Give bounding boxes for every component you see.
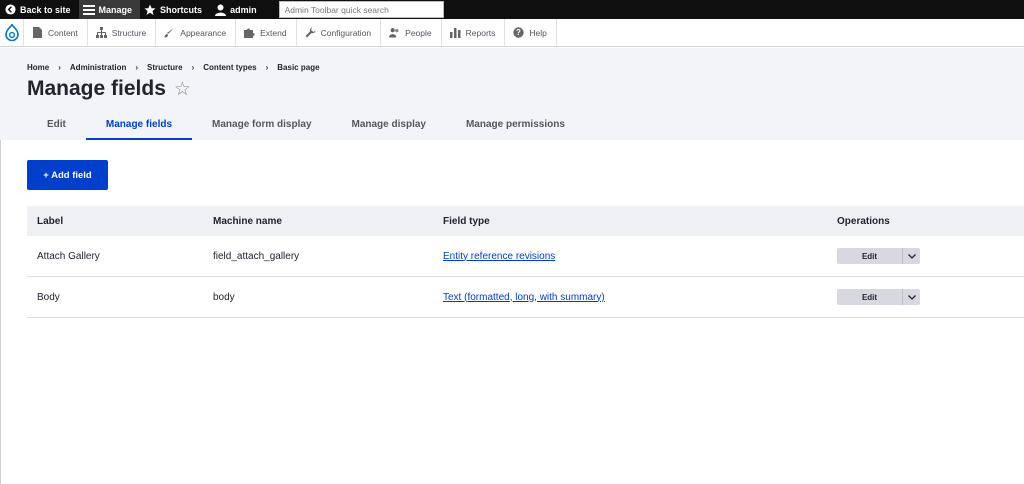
help-icon: ? (513, 27, 525, 38)
field-machine-name: field_attach_gallery (213, 250, 300, 262)
breadcrumb-content-types-link[interactable]: Content types (203, 63, 256, 72)
breadcrumb-separator-icon: › (191, 63, 195, 72)
breadcrumb: Home › Administration › Structure › Cont… (27, 63, 320, 72)
breadcrumb-home-link[interactable]: Home (27, 63, 49, 72)
back-arrow-icon (4, 4, 16, 16)
tab-edit[interactable]: Edit (27, 114, 86, 140)
column-header-label: Label (37, 215, 64, 227)
field-machine-name: body (213, 291, 235, 303)
field-type-link[interactable]: Text (formatted, long, with summary) (443, 292, 605, 303)
breadcrumb-separator-icon: › (135, 63, 139, 72)
tray-item-reports[interactable]: Reports (442, 19, 506, 46)
tray-item-label: Structure (111, 27, 147, 38)
primary-tabs: Edit Manage fields Manage form display M… (27, 114, 585, 140)
field-type-link[interactable]: Entity reference revisions (443, 251, 555, 262)
tray-item-appearance[interactable]: Appearance (156, 19, 237, 46)
tray-item-label: Configuration (320, 27, 372, 38)
breadcrumb-separator-icon: › (265, 63, 269, 72)
operations-dropbutton: Edit (837, 289, 920, 305)
user-tab[interactable]: admin (210, 0, 265, 19)
svg-text:?: ? (516, 28, 521, 37)
field-label: Attach Gallery (37, 250, 100, 262)
fields-table: Label Machine name Field type Operations… (27, 206, 1024, 318)
tab-manage-display[interactable]: Manage display (332, 114, 446, 140)
puzzle-icon (244, 27, 255, 38)
edit-button[interactable]: Edit (837, 289, 903, 305)
page-edge-divider (0, 140, 1, 484)
tray-item-label: Reports (465, 27, 496, 38)
edit-button[interactable]: Edit (837, 248, 903, 264)
operations-dropbutton: Edit (837, 248, 920, 264)
add-field-button[interactable]: + Add field (27, 160, 108, 190)
tab-manage-form-display[interactable]: Manage form display (192, 114, 331, 140)
user-icon (214, 4, 226, 16)
table-row: Attach Gallery field_attach_gallery Enti… (27, 236, 1024, 277)
hamburger-icon (82, 4, 95, 16)
tray-item-label: Help (529, 27, 547, 38)
tray-item-help[interactable]: ? Help (505, 19, 557, 46)
breadcrumb-basic-page-link[interactable]: Basic page (277, 63, 319, 72)
table-header-row: Label Machine name Field type Operations (27, 206, 1024, 236)
wrench-icon (305, 27, 316, 38)
page-title: Manage fields ☆ (27, 77, 191, 101)
document-icon (32, 27, 43, 38)
breadcrumb-administration-link[interactable]: Administration (70, 63, 126, 72)
breadcrumb-structure-link[interactable]: Structure (147, 63, 183, 72)
admin-toolbar: Back to site Manage Shortcuts admin (0, 0, 1024, 19)
back-to-site-link[interactable]: Back to site (0, 0, 79, 19)
tab-manage-fields[interactable]: Manage fields (85, 114, 193, 140)
column-header-operations: Operations (837, 215, 890, 227)
column-header-field-type: Field type (443, 215, 490, 227)
people-icon (389, 27, 400, 38)
user-label: admin (230, 4, 257, 15)
drupal-logo-icon[interactable] (0, 19, 24, 46)
tray-item-label: People (405, 27, 432, 38)
shortcut-star-icon[interactable]: ☆ (174, 78, 191, 101)
field-label: Body (37, 291, 60, 303)
column-header-machine-name: Machine name (213, 215, 282, 227)
tray-item-label: Extend (260, 27, 287, 38)
structure-icon (95, 27, 107, 38)
tray-item-structure[interactable]: Structure (88, 19, 157, 46)
tray-item-extend[interactable]: Extend (236, 19, 297, 46)
bar-chart-icon (449, 27, 461, 38)
manage-label: Manage (98, 4, 133, 15)
page-header: Home › Administration › Structure › Cont… (0, 48, 1024, 140)
star-icon (144, 4, 156, 16)
shortcuts-tab[interactable]: Shortcuts (140, 0, 210, 19)
tray-item-label: Content (48, 27, 78, 38)
chevron-down-icon[interactable] (903, 248, 920, 264)
shortcuts-label: Shortcuts (160, 4, 203, 15)
tray-item-people[interactable]: People (381, 19, 442, 46)
back-to-site-label: Back to site (20, 4, 71, 15)
tray-item-configuration[interactable]: Configuration (297, 19, 382, 46)
chevron-down-icon[interactable] (903, 289, 920, 305)
admin-quick-search-input[interactable] (278, 1, 444, 18)
table-row: Body body Text (formatted, long, with su… (27, 277, 1024, 318)
tab-manage-permissions[interactable]: Manage permissions (446, 114, 585, 140)
tray-item-content[interactable]: Content (24, 19, 88, 46)
breadcrumb-separator-icon: › (58, 63, 61, 72)
admin-tray: Content Structure Appearance Extend Conf… (0, 19, 1024, 47)
paintbrush-icon (164, 27, 175, 38)
tray-item-label: Appearance (180, 27, 227, 38)
manage-tab[interactable]: Manage (78, 0, 141, 19)
page-title-text: Manage fields (27, 77, 166, 100)
